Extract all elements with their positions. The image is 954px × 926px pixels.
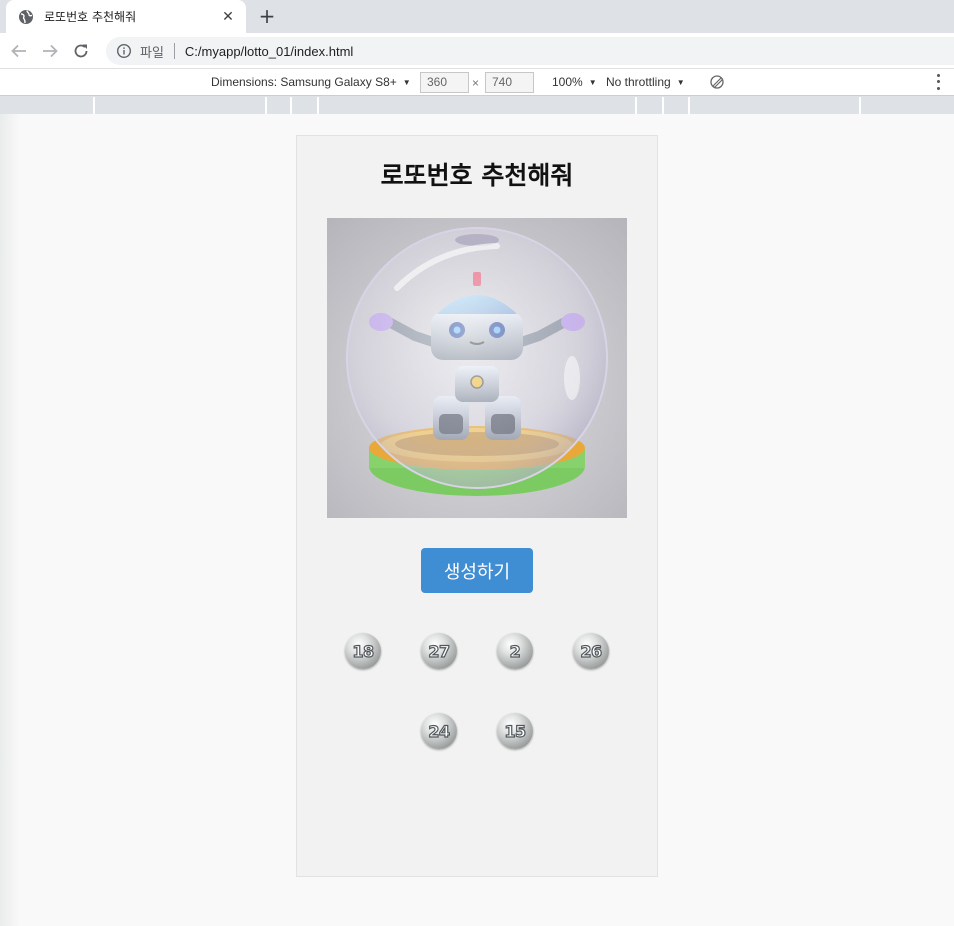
generate-button[interactable]: 생성하기: [421, 548, 533, 593]
robot-globe-image: [327, 218, 627, 518]
media-query-bar[interactable]: [0, 96, 954, 114]
lotto-ball: 15: [497, 713, 533, 749]
throttling-selector[interactable]: No throttling ▼: [606, 75, 685, 89]
more-options-icon[interactable]: [934, 72, 942, 92]
scheme-label: 파일: [140, 45, 164, 61]
viewport-shade: [0, 114, 20, 926]
page-title: 로또번호 추천해줘: [380, 161, 574, 190]
rotate-icon[interactable]: [709, 74, 725, 90]
caret-down-icon: ▼: [676, 77, 685, 87]
back-arrow-icon[interactable]: [7, 39, 31, 63]
browser-toolbar: 파일 C:/myapp/lotto_01/index.html: [0, 33, 954, 68]
caret-down-icon: ▼: [402, 77, 411, 87]
ruler-divider: [265, 97, 267, 114]
height-input[interactable]: 740: [485, 72, 534, 93]
lotto-app: 로또번호 추천해줘 생성하기 18 27 2 26 24 15: [296, 135, 658, 877]
forward-arrow-icon[interactable]: [38, 39, 62, 63]
device-selector[interactable]: Dimensions: Samsung Galaxy S8+ ▼: [211, 75, 411, 89]
lotto-ball: 24: [421, 713, 457, 749]
ruler-divider: [662, 97, 664, 114]
globe-icon: [18, 9, 34, 25]
info-icon[interactable]: [116, 43, 132, 59]
lotto-ball: 18: [345, 633, 381, 669]
omnibox-divider: [173, 43, 175, 59]
caret-down-icon: ▼: [588, 77, 597, 87]
new-tab-icon[interactable]: +: [256, 4, 278, 28]
ruler-divider: [317, 97, 319, 114]
close-tab-icon[interactable]: ✕: [218, 7, 238, 27]
zoom-label: 100%: [552, 75, 583, 89]
dimension-separator: ×: [472, 76, 480, 90]
ruler-divider: [635, 97, 637, 114]
device-toolbar: Dimensions: Samsung Galaxy S8+ ▼ 360 × 7…: [0, 68, 954, 96]
lotto-ball: 27: [421, 633, 457, 669]
ruler-divider: [688, 97, 690, 114]
browser-tab[interactable]: 로또번호 추천해줘 ✕: [6, 0, 246, 33]
device-viewport: 로또번호 추천해줘 생성하기 18 27 2 26 24 15: [0, 114, 954, 926]
tab-strip: 로또번호 추천해줘 ✕ +: [0, 0, 954, 33]
tab-title: 로또번호 추천해줘: [44, 10, 137, 24]
ruler-divider: [290, 97, 292, 114]
address-bar[interactable]: 파일 C:/myapp/lotto_01/index.html: [106, 37, 954, 65]
device-label: Dimensions: Samsung Galaxy S8+: [211, 75, 397, 89]
url-text[interactable]: C:/myapp/lotto_01/index.html: [185, 44, 353, 59]
reload-icon[interactable]: [69, 39, 93, 63]
lotto-ball: 2: [497, 633, 533, 669]
ruler-divider: [93, 97, 95, 114]
zoom-selector[interactable]: 100% ▼: [552, 75, 597, 89]
lotto-ball: 26: [573, 633, 609, 669]
width-input[interactable]: 360: [420, 72, 469, 93]
ruler-divider: [859, 97, 861, 114]
throttling-label: No throttling: [606, 75, 671, 89]
